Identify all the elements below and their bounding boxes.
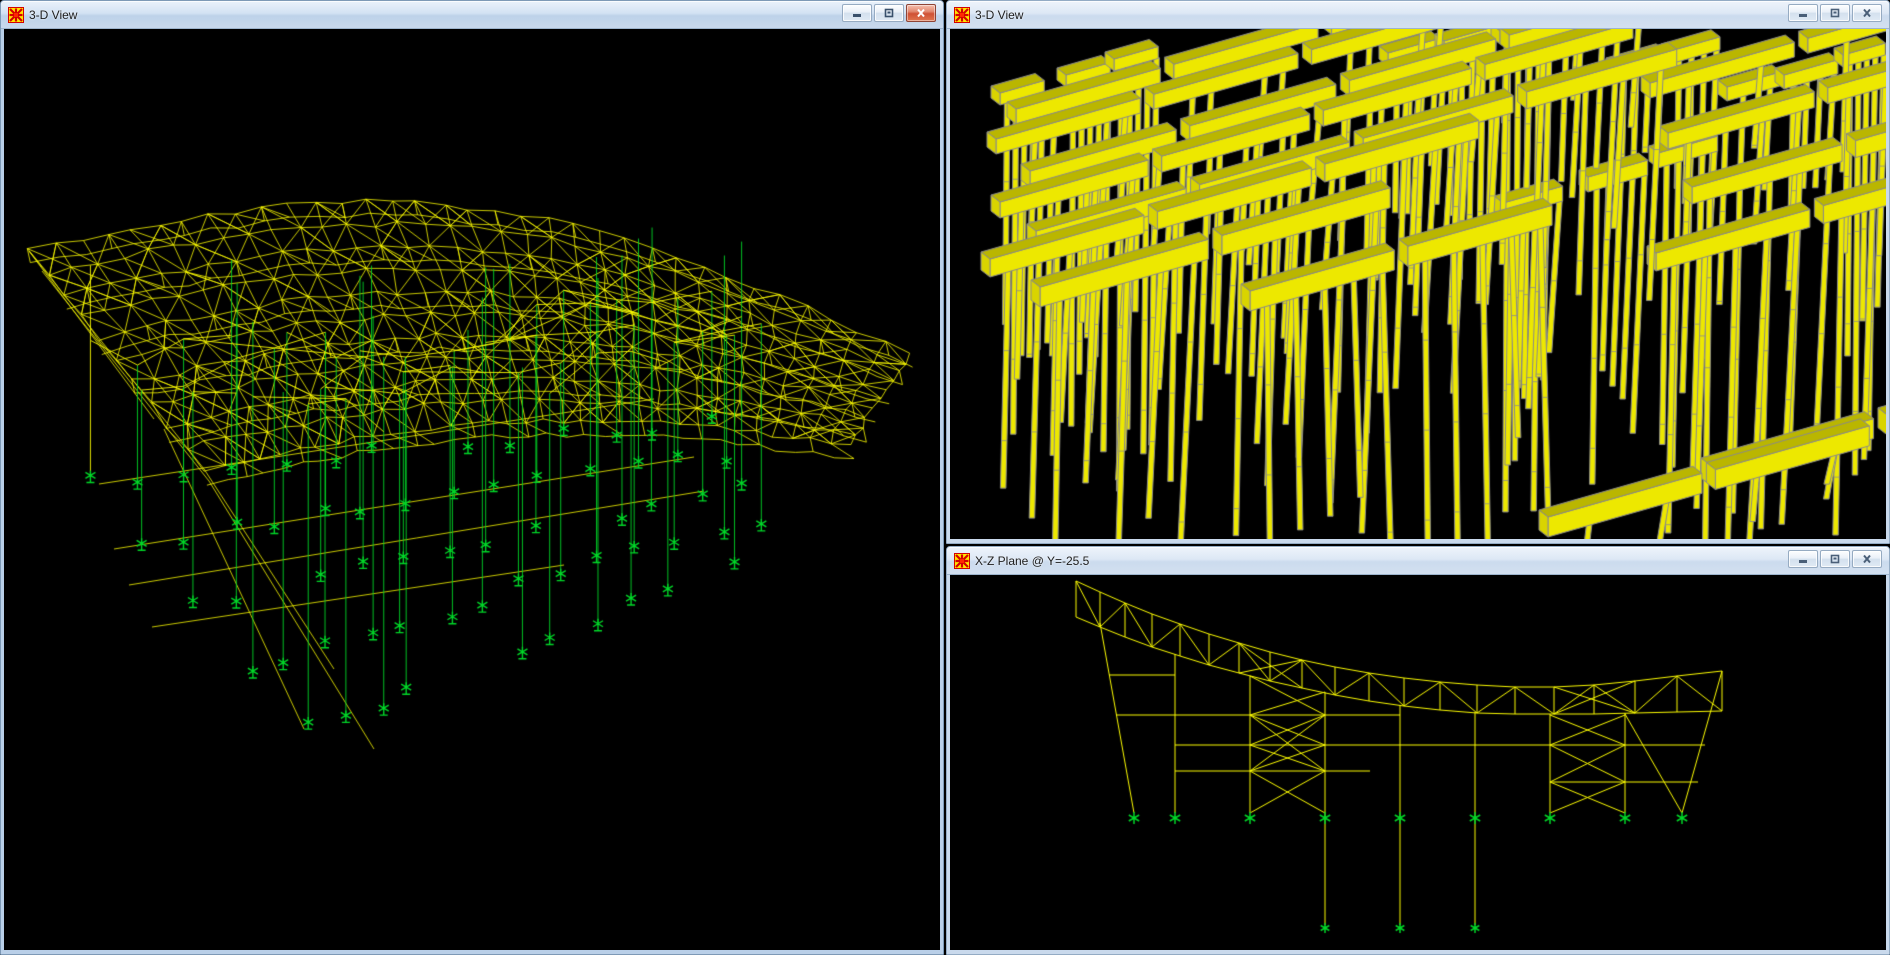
restore-icon xyxy=(1828,8,1842,18)
restore-button[interactable] xyxy=(1820,4,1850,22)
close-icon xyxy=(1860,8,1874,18)
close-button[interactable] xyxy=(1852,4,1882,22)
restore-icon xyxy=(1828,554,1842,564)
window-3d-view-wireframe: 3-D View xyxy=(0,0,944,955)
minimize-icon xyxy=(850,8,864,18)
close-button[interactable] xyxy=(906,4,936,22)
minimize-button[interactable] xyxy=(842,4,872,22)
window-title: 3-D View xyxy=(29,8,77,22)
extruded-3d-viewport[interactable] xyxy=(950,29,1886,539)
app-icon[interactable] xyxy=(954,553,970,569)
close-button[interactable] xyxy=(1852,550,1882,568)
minimize-button[interactable] xyxy=(1788,550,1818,568)
restore-button[interactable] xyxy=(1820,550,1850,568)
titlebar[interactable]: 3-D View xyxy=(947,1,1889,29)
window-title: X-Z Plane @ Y=-25.5 xyxy=(975,554,1089,568)
app-icon[interactable] xyxy=(954,7,970,23)
wireframe-3d-viewport[interactable] xyxy=(4,29,940,950)
minimize-icon xyxy=(1796,554,1810,564)
titlebar[interactable]: X-Z Plane @ Y=-25.5 xyxy=(947,547,1889,575)
minimize-icon xyxy=(1796,8,1810,18)
close-icon xyxy=(1860,554,1874,564)
window-xz-plane-view: X-Z Plane @ Y=-25.5 xyxy=(946,546,1890,955)
viewport-container xyxy=(4,29,940,949)
viewport-container xyxy=(950,575,1886,949)
titlebar[interactable]: 3-D View xyxy=(1,1,943,29)
app-icon[interactable] xyxy=(8,7,24,23)
restore-icon xyxy=(882,8,896,18)
close-icon xyxy=(914,8,928,18)
viewport-container xyxy=(950,29,1886,538)
xz-plane-viewport[interactable] xyxy=(950,575,1886,950)
minimize-button[interactable] xyxy=(1788,4,1818,22)
window-title: 3-D View xyxy=(975,8,1023,22)
window-3d-view-extruded: 3-D View xyxy=(946,0,1890,544)
restore-button[interactable] xyxy=(874,4,904,22)
